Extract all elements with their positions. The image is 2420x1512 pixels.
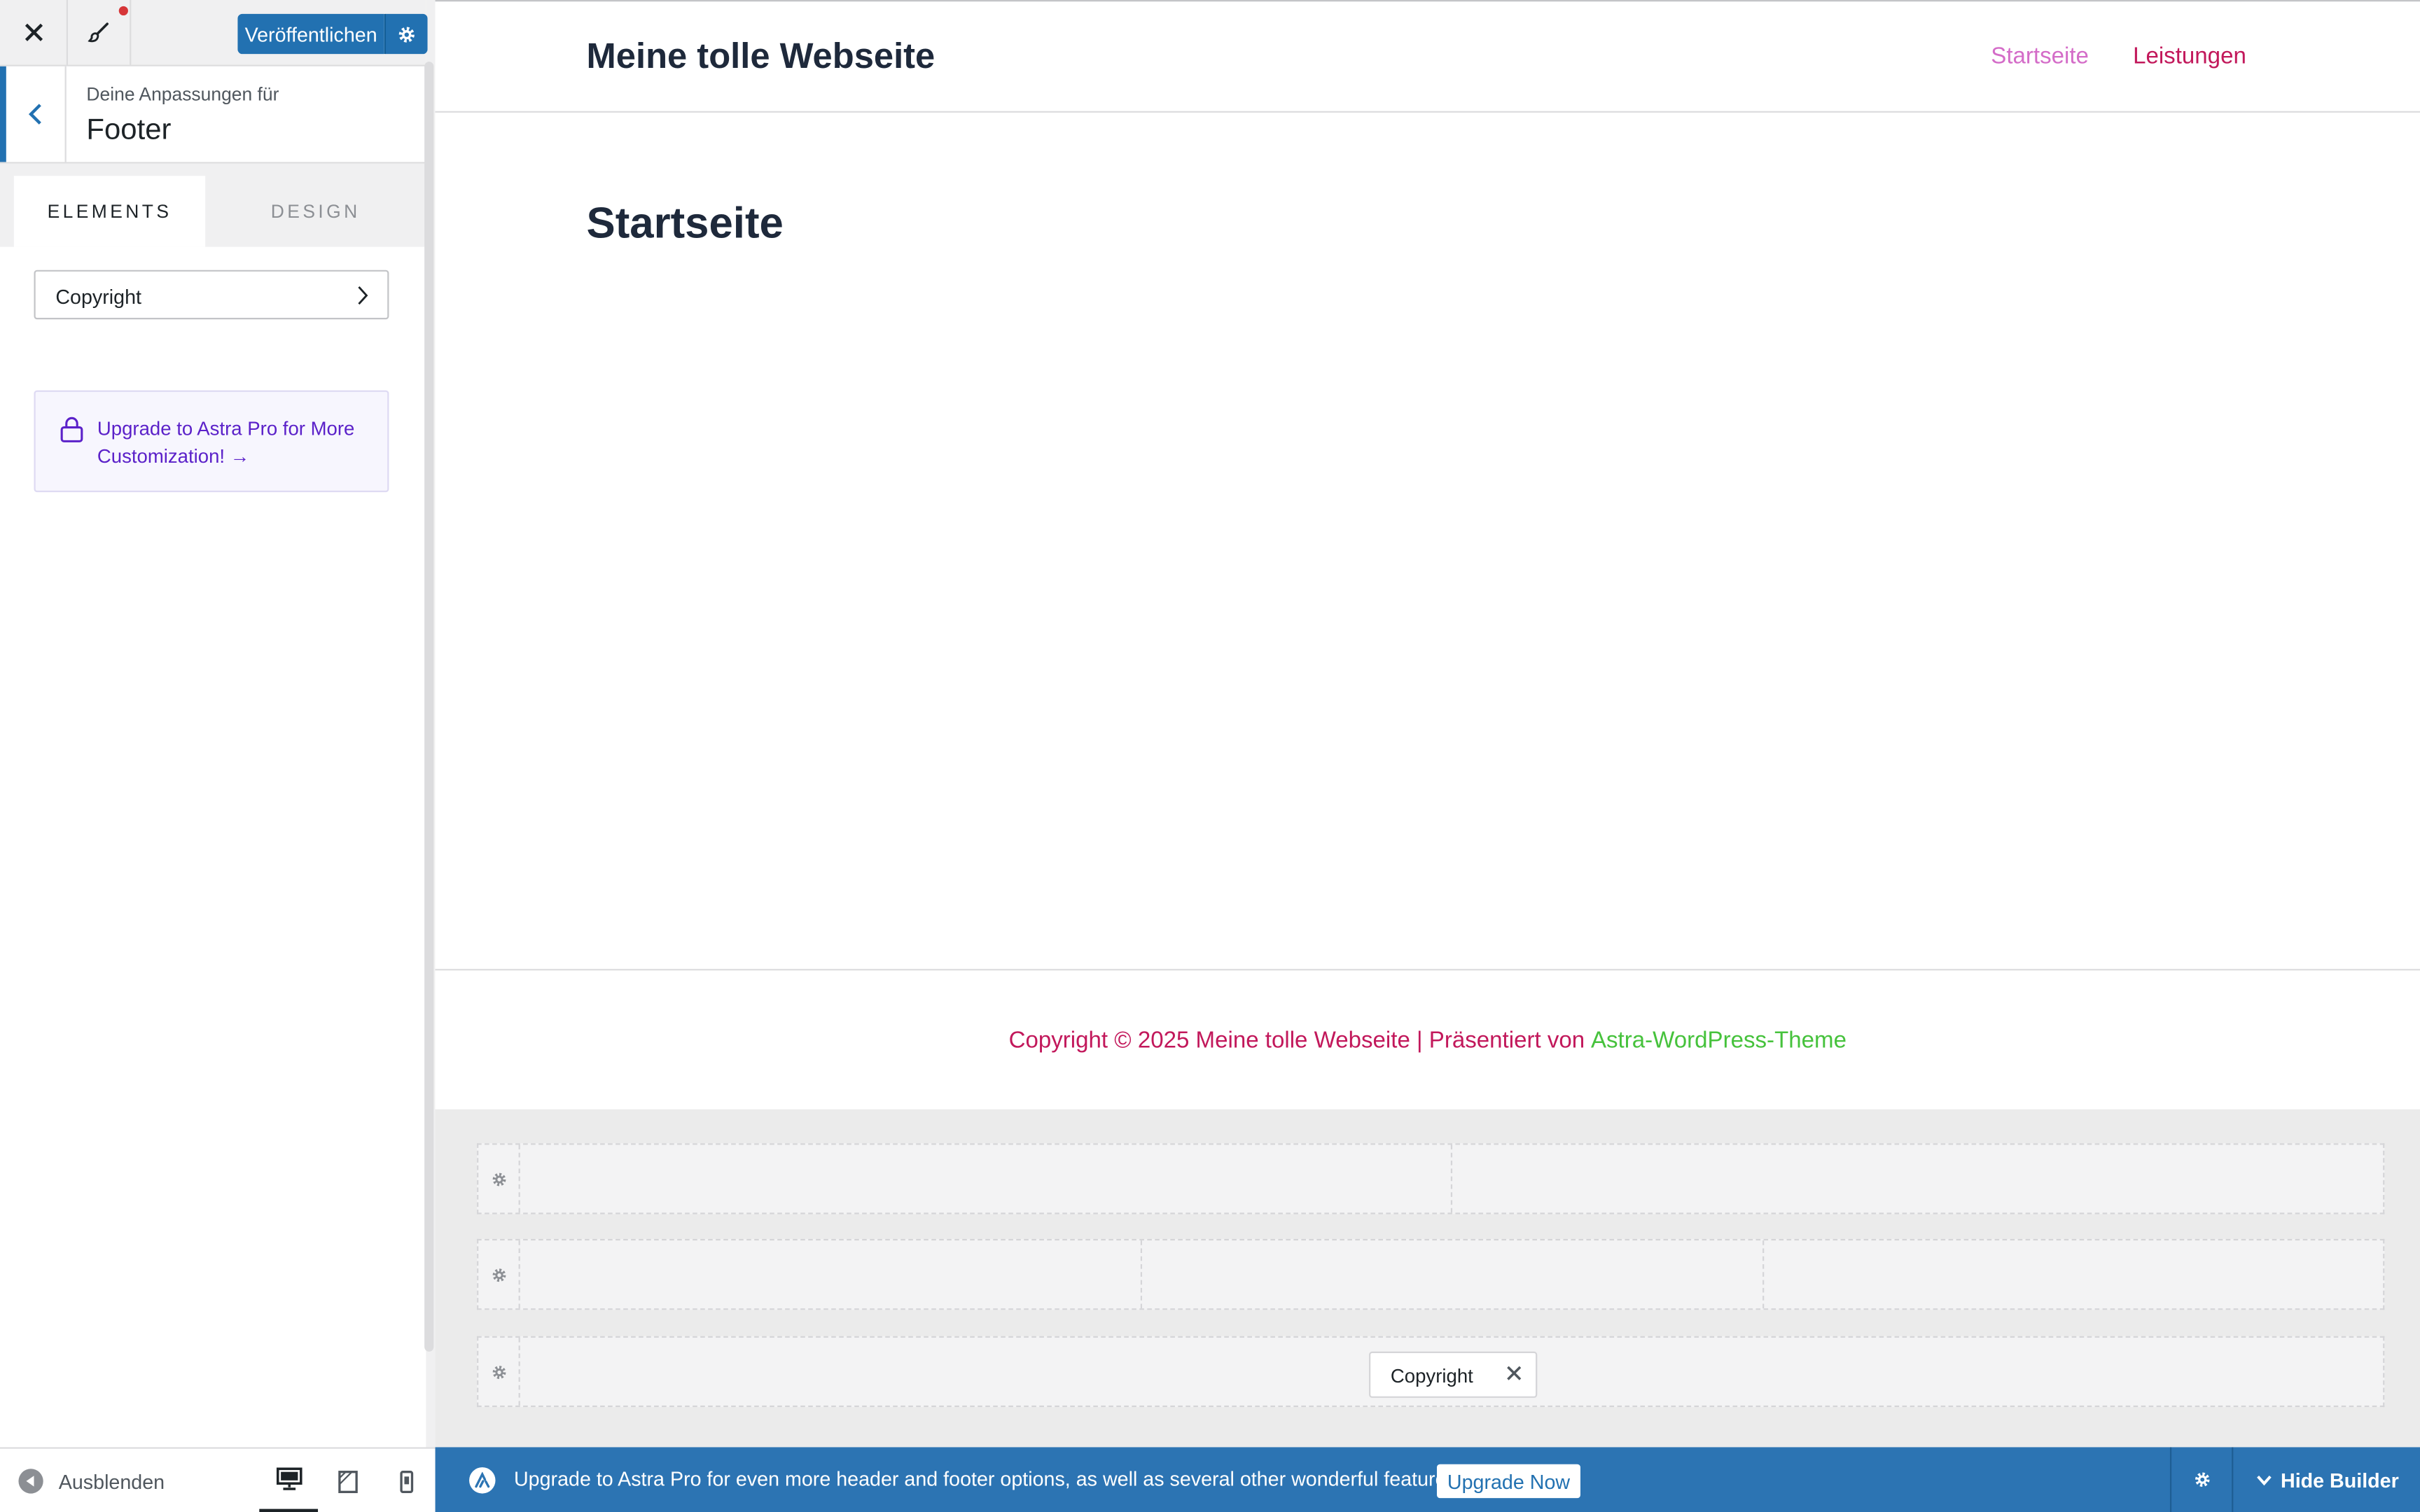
site-footer: Copyright © 2025 Meine tolle Webseite | … bbox=[435, 969, 2420, 1110]
footer-builder: Copyright bbox=[435, 1109, 2420, 1449]
builder-row-below[interactable]: Copyright bbox=[477, 1336, 2385, 1408]
hide-builder-button[interactable]: Hide Builder bbox=[2232, 1447, 2420, 1512]
sidebar-footer: Ausblenden bbox=[0, 1447, 436, 1512]
builder-row-primary[interactable] bbox=[477, 1238, 2385, 1310]
upgrade-message: Upgrade to Astra Pro for even more heade… bbox=[513, 1467, 1462, 1491]
sidebar-top-bar: Veröffentlichen bbox=[0, 0, 428, 66]
site-header: Meine tolle Webseite Startseite Leistung… bbox=[435, 1, 2420, 113]
sidebar-panel: Veröffentlichen Deine Anpassungen für Fo… bbox=[0, 0, 428, 1448]
upgrade-now-button[interactable]: Upgrade Now bbox=[1437, 1464, 1580, 1499]
chevron-left-icon bbox=[28, 104, 41, 125]
tabs-bar: ELEMENTS DESIGN bbox=[0, 163, 426, 247]
publish-settings-button[interactable] bbox=[384, 13, 428, 55]
row-settings-button[interactable] bbox=[478, 1337, 520, 1406]
gear-icon bbox=[492, 1172, 506, 1186]
hide-builder-label: Hide Builder bbox=[2281, 1468, 2399, 1492]
site-preview: Meine tolle Webseite Startseite Leistung… bbox=[435, 0, 2420, 1449]
builder-bottom-bar: Upgrade to Astra Pro for even more heade… bbox=[435, 1447, 2420, 1512]
row-settings-button[interactable] bbox=[478, 1240, 520, 1309]
row-settings-button[interactable] bbox=[478, 1144, 520, 1213]
copyright-setting-item[interactable]: Copyright bbox=[34, 270, 389, 320]
chevron-right-icon bbox=[358, 286, 368, 305]
builder-row-above[interactable] bbox=[477, 1143, 2385, 1214]
tab-design[interactable]: DESIGN bbox=[211, 176, 420, 246]
hide-controls-label: Ausblenden bbox=[58, 1469, 165, 1493]
publish-button[interactable]: Veröffentlichen bbox=[237, 13, 384, 55]
tab-elements[interactable]: ELEMENTS bbox=[13, 176, 206, 247]
mobile-icon bbox=[399, 1469, 413, 1492]
nav-link-leistungen[interactable]: Leistungen bbox=[2133, 43, 2246, 69]
device-desktop-button[interactable] bbox=[259, 1449, 319, 1512]
copyright-setting-label: Copyright bbox=[55, 285, 141, 309]
nav-link-startseite[interactable]: Startseite bbox=[1991, 43, 2089, 69]
arrow-left-circle-icon bbox=[18, 1469, 43, 1494]
builder-settings-button[interactable] bbox=[2169, 1447, 2233, 1512]
builder-column[interactable] bbox=[519, 1240, 1143, 1309]
close-icon[interactable] bbox=[1506, 1366, 1522, 1381]
gear-icon bbox=[398, 26, 415, 42]
page-title: Startseite bbox=[586, 199, 784, 247]
device-tablet-button[interactable] bbox=[318, 1449, 377, 1512]
unsaved-changes-dot bbox=[118, 6, 128, 16]
upgrade-pro-link[interactable]: Upgrade to Astra Pro for More Customizat… bbox=[97, 415, 375, 470]
sidebar-scrollbar[interactable] bbox=[424, 62, 434, 1352]
hide-controls-button[interactable]: Ausblenden bbox=[18, 1469, 165, 1494]
back-button[interactable] bbox=[0, 66, 67, 162]
section-title: Footer bbox=[86, 114, 172, 147]
copyright-component-chip[interactable]: Copyright bbox=[1369, 1351, 1538, 1398]
footer-theme-link[interactable]: Astra-WordPress-Theme bbox=[1591, 1027, 1847, 1053]
section-label: Deine Anpassungen für bbox=[86, 83, 279, 105]
chevron-down-icon bbox=[2256, 1474, 2272, 1485]
gear-icon bbox=[492, 1365, 506, 1378]
astra-logo-icon bbox=[469, 1467, 496, 1494]
section-header: Deine Anpassungen für Footer bbox=[0, 66, 426, 164]
tablet-icon bbox=[338, 1469, 357, 1492]
lock-icon bbox=[60, 416, 83, 442]
device-mobile-button[interactable] bbox=[377, 1449, 436, 1512]
gear-icon bbox=[2195, 1472, 2210, 1487]
site-title[interactable]: Meine tolle Webseite bbox=[587, 36, 936, 78]
copyright-chip-label: Copyright bbox=[1390, 1365, 1473, 1387]
customizer-sidebar: Veröffentlichen Deine Anpassungen für Fo… bbox=[0, 0, 436, 1512]
close-button[interactable] bbox=[0, 0, 68, 65]
builder-column[interactable] bbox=[1142, 1240, 1765, 1309]
upgrade-pro-notice: Upgrade to Astra Pro for More Customizat… bbox=[34, 390, 389, 493]
gear-icon bbox=[492, 1268, 506, 1281]
builder-column[interactable] bbox=[519, 1144, 1453, 1213]
footer-copyright-text: Copyright © 2025 Meine tolle Webseite | … bbox=[1008, 1026, 1585, 1054]
paintbrush-icon bbox=[88, 22, 109, 43]
close-icon bbox=[24, 23, 42, 41]
desktop-icon bbox=[275, 1467, 302, 1490]
